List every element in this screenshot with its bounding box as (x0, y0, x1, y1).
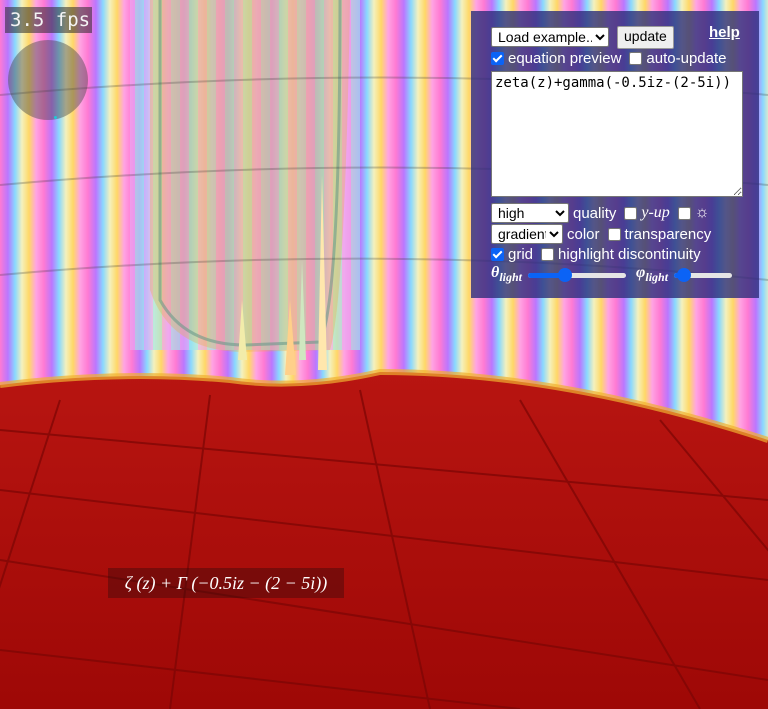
y-up-label: y-up (641, 204, 670, 221)
joystick-knob[interactable] (54, 116, 57, 119)
help-link[interactable]: help (709, 24, 740, 41)
equation-preview-label: equation preview (508, 49, 622, 67)
sun-icon: ☼ (694, 204, 710, 221)
transparency-label: transparency (624, 225, 712, 243)
equation-input[interactable]: zeta(z)+gamma(-0.5iz-(2-5i)) (491, 71, 743, 197)
quality-select[interactable]: high (491, 203, 569, 223)
phi-light-label: φlight (636, 264, 669, 285)
auto-update-checkbox[interactable] (629, 51, 643, 65)
color-label: color (567, 225, 600, 243)
update-button[interactable]: update (617, 25, 674, 49)
control-panel: Load example... update help equation pre… (471, 11, 759, 298)
grid-label: grid (508, 245, 534, 263)
highlight-discontinuity-label: highlight discontinuity (558, 245, 701, 263)
highlight-discontinuity-checkbox[interactable] (541, 247, 555, 261)
theta-light-slider[interactable] (528, 268, 626, 282)
quality-label: quality (573, 204, 617, 222)
navigation-joystick[interactable] (8, 40, 88, 120)
theta-light-label: θlight (491, 264, 522, 285)
transparency-checkbox[interactable] (607, 227, 621, 241)
color-select[interactable]: gradient (491, 224, 563, 244)
equation-preview-checkbox[interactable] (491, 51, 504, 65)
load-example-select[interactable]: Load example... (491, 27, 609, 47)
y-up-checkbox[interactable] (624, 206, 638, 220)
light-toggle-checkbox[interactable] (677, 206, 691, 220)
phi-light-slider[interactable] (674, 268, 733, 282)
grid-checkbox[interactable] (491, 247, 504, 261)
auto-update-label: auto-update (646, 49, 727, 67)
fps-counter: 3.5 fps (5, 7, 92, 33)
equation-preview: ζ (z) + Γ (−0.5iz − (2 − 5i)) (108, 568, 344, 598)
